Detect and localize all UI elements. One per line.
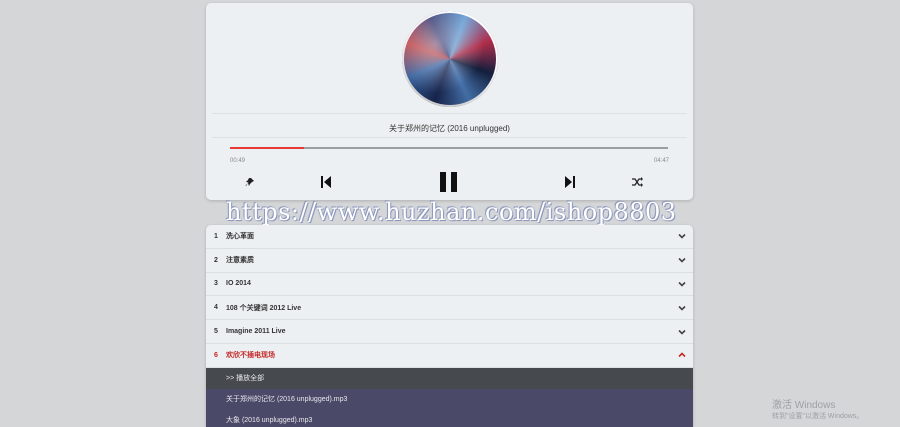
album-row[interactable]: 2 注意素质: [206, 249, 693, 273]
divider: [212, 137, 687, 138]
album-name: 欢欣不插电现场: [226, 352, 275, 360]
album-name: 108 个关键词 2012 Live: [226, 304, 302, 312]
chevron-down-icon[interactable]: [677, 279, 687, 289]
divider: [212, 113, 687, 114]
chevron-up-icon[interactable]: [677, 350, 687, 360]
pin-icon[interactable]: [244, 176, 256, 188]
album-row[interactable]: 1 洗心革面: [206, 225, 693, 249]
album-number: 3: [214, 280, 218, 288]
album-row-active[interactable]: 6 欢欣不插电现场: [206, 344, 693, 368]
album-cover: [402, 11, 498, 107]
chevron-down-icon[interactable]: [677, 255, 687, 265]
album-row[interactable]: 4 108 个关键词 2012 Live: [206, 296, 693, 321]
current-time: 00:49: [230, 158, 246, 164]
album-number: 1: [214, 232, 218, 240]
progress-fill: [230, 147, 305, 149]
album-number: 4: [214, 304, 218, 312]
watermark-text: https://www.huzhan.com/ishop8803: [226, 198, 677, 226]
album-name: 注意素质: [226, 257, 254, 265]
shuffle-icon[interactable]: [631, 176, 643, 188]
next-icon[interactable]: [564, 175, 576, 189]
chevron-down-icon[interactable]: [677, 231, 687, 241]
track-item[interactable]: 关于郑州的记忆 (2016 unplugged).mp3: [206, 388, 693, 410]
track-item[interactable]: 大象 (2016 unplugged).mp3: [206, 409, 693, 427]
album-name: Imagine 2011 Live: [226, 328, 286, 336]
album-name: 洗心革面: [226, 233, 254, 241]
progress-bar[interactable]: [230, 147, 668, 149]
album-number: 2: [214, 256, 218, 264]
chevron-down-icon[interactable]: [677, 327, 687, 337]
album-row[interactable]: 5 Imagine 2011 Live: [206, 320, 693, 344]
album-name: IO 2014: [226, 280, 251, 288]
activation-title: 激活 Windows: [772, 400, 836, 411]
player-card: 关于郑州的记忆 (2016 unplugged) 00:49 04:47: [206, 3, 693, 200]
pause-icon[interactable]: [438, 171, 460, 193]
chevron-down-icon[interactable]: [677, 303, 687, 313]
activation-subtitle: 转到"设置"以激活 Windows。: [772, 412, 864, 420]
album-row[interactable]: 3 IO 2014: [206, 273, 693, 297]
album-number: 6: [214, 351, 218, 359]
previous-icon[interactable]: [320, 175, 332, 189]
total-time: 04:47: [653, 158, 669, 164]
playlist: 1 洗心革面 2 注意素质 3 IO 2014 4 108 个关键词 2012 …: [206, 225, 693, 427]
windows-activation-notice: 激活 Windows 转到"设置"以激活 Windows。: [772, 400, 863, 421]
song-title: 关于郑州的记忆 (2016 unplugged): [389, 124, 510, 133]
album-number: 5: [214, 328, 218, 336]
play-all-button[interactable]: >> 播放全部: [206, 367, 693, 389]
